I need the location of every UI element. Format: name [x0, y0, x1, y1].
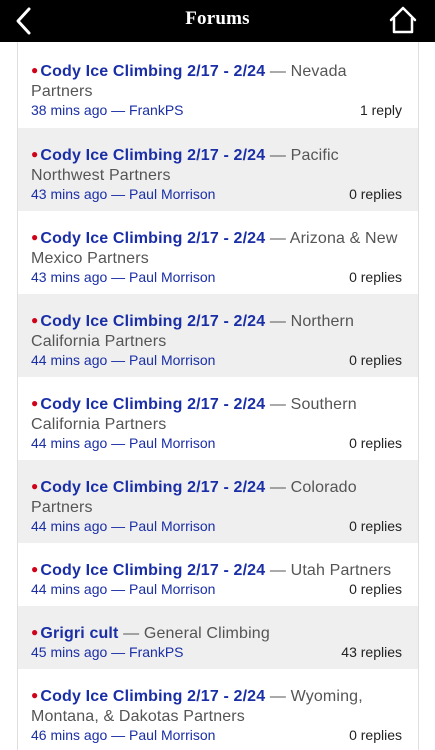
thread-row[interactable]: ● Cody Ice Climbing 2/17 - 2/24 — Utah Pa… [18, 543, 418, 606]
thread-title-line: ● Cody Ice Climbing 2/17 - 2/24 — Arizona… [31, 229, 402, 269]
back-button[interactable] [8, 5, 40, 37]
thread-title-line: ● Cody Ice Climbing 2/17 - 2/24 — Norther… [31, 312, 402, 352]
separator: — [265, 147, 291, 164]
reply-count: 0 replies [349, 435, 402, 451]
thread-title[interactable]: Cody Ice Climbing 2/17 - 2/24 [40, 147, 265, 164]
reply-count: 1 reply [359, 102, 402, 118]
reply-count: 43 replies [341, 644, 402, 660]
new-indicator-icon: ● [31, 562, 39, 576]
thread-title-line: ● Cody Ice Climbing 2/17 - 2/24 — Nevada … [31, 62, 402, 102]
new-indicator-icon: ● [31, 688, 39, 702]
new-indicator-icon: ● [31, 396, 39, 410]
post-time-author[interactable]: 43 mins ago — Paul Morrison [31, 269, 215, 286]
separator: — [265, 688, 291, 705]
reply-count: 0 replies [349, 269, 402, 285]
separator: — [265, 479, 291, 496]
thread-title-line: ● Cody Ice Climbing 2/17 - 2/24 — Utah Pa… [31, 561, 402, 581]
post-time-author[interactable]: 38 mins ago — FrankPS [31, 102, 184, 119]
thread-title[interactable]: Cody Ice Climbing 2/17 - 2/24 [40, 396, 265, 413]
post-time-author[interactable]: 44 mins ago — Paul Morrison [31, 581, 215, 598]
thread-title-line: ● Cody Ice Climbing 2/17 - 2/24 — Colorad… [31, 478, 402, 518]
new-indicator-icon: ● [31, 63, 39, 77]
forum-name: Utah Partners [290, 562, 392, 579]
thread-row[interactable]: ● Cody Ice Climbing 2/17 - 2/24 — Pacific… [18, 128, 418, 211]
separator: — [265, 313, 291, 330]
thread-meta: 44 mins ago — Paul Morrison 0 replies [31, 435, 402, 452]
post-time-author[interactable]: 43 mins ago — Paul Morrison [31, 186, 215, 203]
thread-row[interactable]: ● Cody Ice Climbing 2/17 - 2/24 — Colorad… [18, 460, 418, 543]
thread-meta: 44 mins ago — Paul Morrison 0 replies [31, 581, 402, 598]
thread-row[interactable]: ● Cody Ice Climbing 2/17 - 2/24 — Souther… [18, 377, 418, 460]
thread-title-line: ● Cody Ice Climbing 2/17 - 2/24 — Souther… [31, 395, 402, 435]
forum-name: General Climbing [143, 625, 270, 642]
new-indicator-icon: ● [31, 147, 39, 161]
chevron-left-icon [16, 7, 31, 35]
thread-title[interactable]: Cody Ice Climbing 2/17 - 2/24 [40, 313, 265, 330]
separator: — [265, 230, 290, 247]
thread-title[interactable]: Cody Ice Climbing 2/17 - 2/24 [40, 63, 265, 80]
separator: — [265, 396, 291, 413]
thread-meta: 43 mins ago — Paul Morrison 0 replies [31, 186, 402, 203]
new-indicator-icon: ● [31, 625, 39, 639]
thread-title-line: ● Cody Ice Climbing 2/17 - 2/24 — Pacific… [31, 146, 402, 186]
new-indicator-icon: ● [31, 230, 39, 244]
thread-meta: 44 mins ago — Paul Morrison 0 replies [31, 518, 402, 535]
thread-list: ● Cody Ice Climbing 2/17 - 2/24 — Nevada … [17, 42, 419, 750]
thread-row[interactable]: ● Cody Ice Climbing 2/17 - 2/24 — Arizona… [18, 211, 418, 294]
thread-title-line: ● Grigri cult — General Climbing [31, 624, 402, 644]
post-time-author[interactable]: 44 mins ago — Paul Morrison [31, 518, 215, 535]
home-icon [389, 6, 417, 34]
thread-title-line: ● Cody Ice Climbing 2/17 - 2/24 — Wyoming… [31, 687, 402, 727]
new-indicator-icon: ● [31, 313, 39, 327]
thread-meta: 46 mins ago — Paul Morrison 0 replies [31, 727, 402, 744]
post-time-author[interactable]: 44 mins ago — Paul Morrison [31, 435, 215, 452]
separator: — [265, 562, 291, 579]
post-time-author[interactable]: 45 mins ago — FrankPS [31, 644, 184, 661]
thread-row[interactable]: ● Cody Ice Climbing 2/17 - 2/24 — Wyoming… [18, 669, 418, 750]
thread-row[interactable]: ● Cody Ice Climbing 2/17 - 2/24 — Norther… [18, 294, 418, 377]
thread-meta: 45 mins ago — FrankPS 43 replies [31, 644, 402, 661]
post-time-author[interactable]: 46 mins ago — Paul Morrison [31, 727, 215, 744]
separator: — [265, 63, 291, 80]
thread-row[interactable]: ● Grigri cult — General Climbing 45 mins … [18, 606, 418, 669]
thread-title[interactable]: Cody Ice Climbing 2/17 - 2/24 [40, 479, 265, 496]
thread-title[interactable]: Cody Ice Climbing 2/17 - 2/24 [40, 230, 265, 247]
thread-meta: 44 mins ago — Paul Morrison 0 replies [31, 352, 402, 369]
reply-count: 0 replies [349, 727, 402, 743]
top-bar: Forums [0, 0, 435, 42]
reply-count: 0 replies [349, 518, 402, 534]
thread-title[interactable]: Grigri cult [40, 625, 118, 642]
thread-title[interactable]: Cody Ice Climbing 2/17 - 2/24 [40, 688, 265, 705]
reply-count: 0 replies [349, 581, 402, 597]
home-button[interactable] [389, 5, 417, 35]
post-time-author[interactable]: 44 mins ago — Paul Morrison [31, 352, 215, 369]
reply-count: 0 replies [349, 352, 402, 368]
thread-meta: 43 mins ago — Paul Morrison 0 replies [31, 269, 402, 286]
separator: — [118, 625, 144, 642]
thread-row[interactable]: ● Cody Ice Climbing 2/17 - 2/24 — Nevada … [18, 42, 418, 128]
reply-count: 0 replies [349, 186, 402, 202]
thread-title[interactable]: Cody Ice Climbing 2/17 - 2/24 [40, 562, 265, 579]
page-title: Forums [185, 8, 250, 29]
new-indicator-icon: ● [31, 479, 39, 493]
thread-meta: 38 mins ago — FrankPS 1 reply [31, 102, 402, 119]
